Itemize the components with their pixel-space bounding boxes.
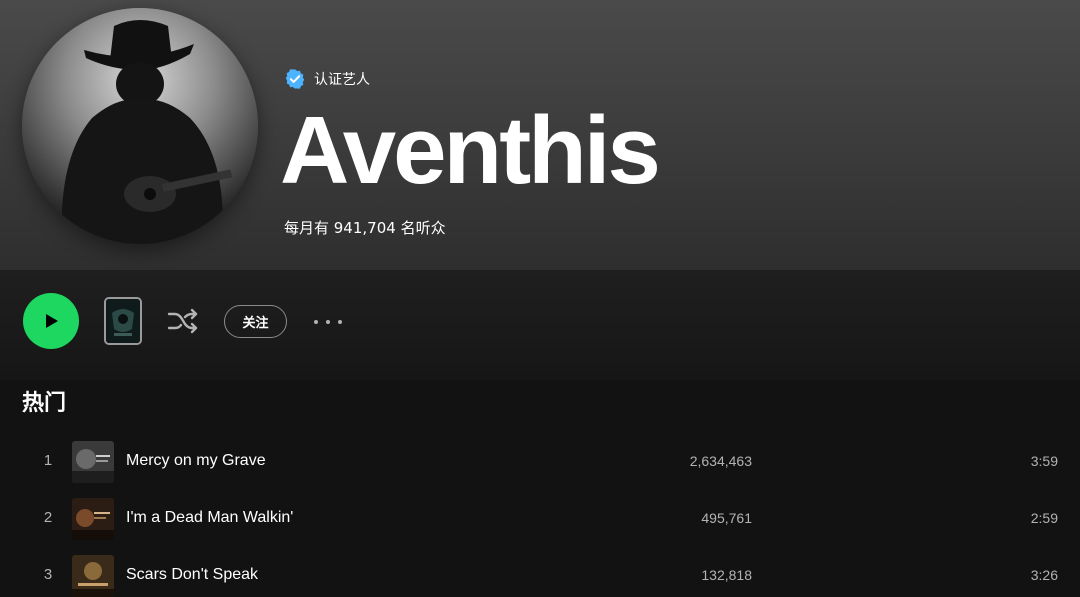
track-cover-image: [72, 555, 114, 597]
verified-badge-icon: [285, 69, 305, 89]
track-duration: 3:26: [1030, 567, 1058, 583]
track-row[interactable]: 2 I'm a Dead Man Walkin' 495,761 2:59: [0, 491, 1080, 547]
artist-avatar-image: [22, 8, 258, 244]
more-options-button[interactable]: [312, 312, 344, 332]
track-title[interactable]: Mercy on my Grave: [126, 452, 266, 470]
more-options-icon-dot: [338, 320, 342, 324]
track-row[interactable]: 1 Mercy on my Grave 2,634,463 3:59: [0, 434, 1080, 490]
track-number: 3: [43, 566, 53, 583]
track-play-count: 2,634,463: [689, 453, 752, 469]
artist-header: 认证艺人 Aventhis 每月有 941,704 名听众: [0, 0, 1080, 270]
track-cover: [72, 441, 114, 483]
track-cover-image: [72, 498, 114, 540]
play-icon: [46, 314, 58, 328]
monthly-listeners: 每月有 941,704 名听众: [284, 219, 446, 237]
verified-artist-row: 认证艺人: [284, 67, 370, 91]
track-cover: [72, 498, 114, 540]
artist-name: Aventhis: [280, 97, 661, 204]
track-title[interactable]: Scars Don't Speak: [126, 566, 258, 584]
track-play-count: 132,818: [701, 567, 752, 583]
track-title[interactable]: I'm a Dead Man Walkin': [126, 509, 293, 527]
more-options-icon: [314, 320, 318, 324]
shuffle-button[interactable]: [166, 306, 200, 336]
shuffle-icon: [167, 308, 198, 334]
track-cover: [72, 555, 114, 597]
action-bar: [0, 270, 1080, 380]
more-options-icon-dot: [326, 320, 330, 324]
track-cover-image: [72, 441, 114, 483]
track-number: 1: [43, 452, 53, 469]
popular-section-title: 热门: [22, 391, 67, 416]
track-play-count: 495,761: [701, 510, 752, 526]
artist-pick-image: [106, 299, 140, 343]
track-row[interactable]: 3 Scars Don't Speak 132,818 3:26: [0, 548, 1080, 597]
follow-button[interactable]: 关注: [224, 305, 287, 338]
artist-avatar: [22, 8, 258, 244]
track-number: 2: [43, 509, 53, 526]
track-duration: 3:59: [1030, 453, 1058, 469]
verified-artist-label: 认证艺人: [314, 72, 370, 88]
track-duration: 2:59: [1030, 510, 1058, 526]
artist-pick-thumbnail[interactable]: [104, 297, 142, 345]
play-button[interactable]: [23, 293, 79, 349]
